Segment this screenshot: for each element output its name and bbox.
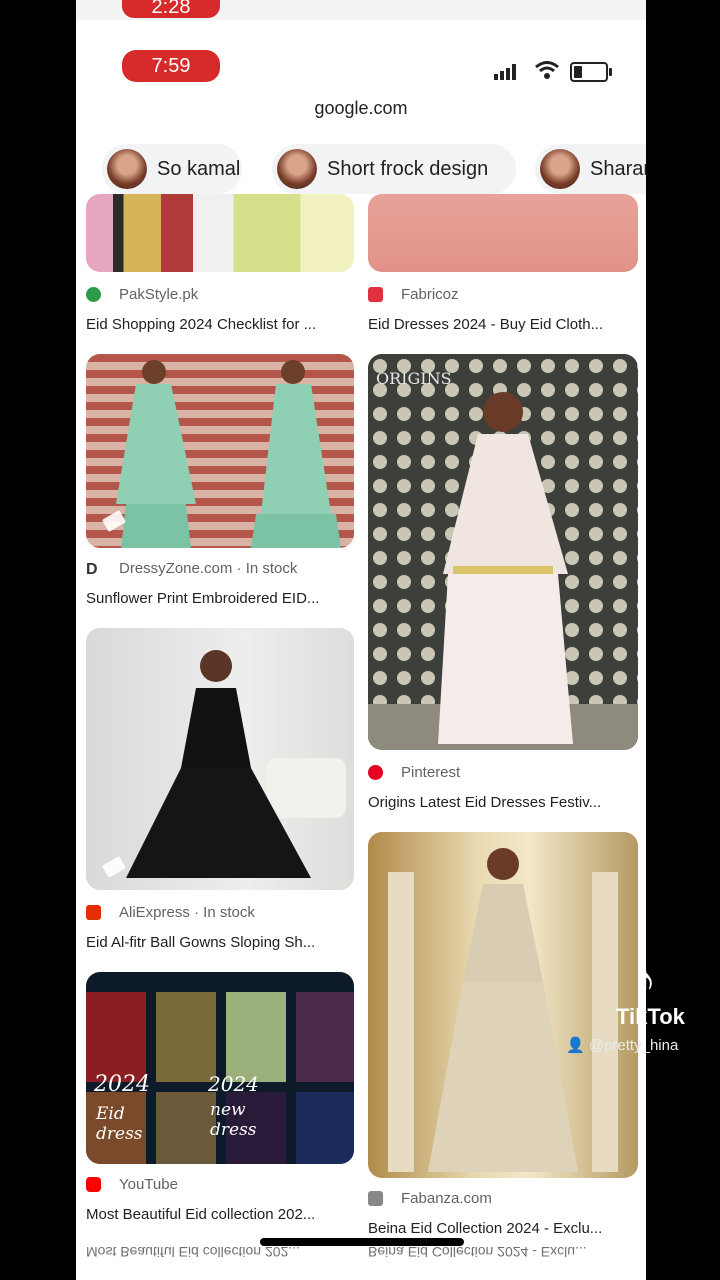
youtube-icon: [86, 1177, 101, 1192]
status-bar: 7:59: [76, 36, 646, 96]
gown-illustration: [126, 650, 346, 878]
result-title[interactable]: Eid Shopping 2024 Checklist for ...: [86, 316, 354, 333]
result-source: Fabanza.com: [368, 1190, 492, 1207]
chip-avatar: [277, 149, 317, 189]
dress-illustration: ORIGINS: [368, 354, 638, 750]
phone-screen: 2:28 7:59 google.com So kamal Short froc…: [76, 0, 646, 1280]
tiktok-username: 👤 @pretty_hina: [566, 1037, 679, 1054]
result-title[interactable]: Beina Eid Collection 2024 - Exclu...: [368, 1220, 638, 1237]
result-image[interactable]: ORIGINS: [368, 354, 638, 750]
chip-avatar: [107, 149, 147, 189]
fabanza-icon: [368, 1191, 383, 1206]
aliexpress-icon: [86, 905, 101, 920]
result-title[interactable]: Most Beautiful Eid collection 202...: [86, 1206, 354, 1223]
result-image[interactable]: [86, 354, 354, 548]
result-source: YouTube: [86, 1176, 178, 1193]
signal-icon: [494, 64, 516, 80]
result-title[interactable]: Sunflower Print Embroidered EID...: [86, 590, 354, 607]
user-icon: 👤: [566, 1037, 585, 1054]
thumbnail-year-2: 2024: [208, 1072, 259, 1096]
result-source: Fabricoz: [368, 286, 459, 303]
result-title[interactable]: Origins Latest Eid Dresses Festiv...: [368, 794, 638, 811]
dress-illustration: [116, 360, 341, 548]
dressyzone-icon: D: [86, 561, 98, 578]
time-pill: 7:59: [122, 50, 220, 82]
result-image[interactable]: 2024 Eid dress 2024 new dress: [86, 972, 354, 1164]
result-source: PakStyle.pk: [86, 286, 198, 303]
svg-text:ORIGINS: ORIGINS: [376, 369, 452, 388]
result-title[interactable]: Eid Al-fitr Ball Gowns Sloping Sh...: [86, 934, 354, 951]
chip-label: Sharar: [590, 157, 646, 180]
result-source: AliExpress · In stock: [86, 904, 255, 921]
result-image[interactable]: [86, 194, 354, 272]
chip-avatar: [540, 149, 580, 189]
related-chips: So kamal Short frock design Sharar: [76, 142, 646, 198]
chip-short-frock-design[interactable]: Short frock design: [272, 144, 516, 194]
tiktok-label: TikTok: [616, 1004, 685, 1029]
result-source: Pinterest: [368, 764, 460, 781]
result-image[interactable]: [368, 832, 638, 1178]
result-image[interactable]: [86, 628, 354, 890]
thumbnail-line1: Eid dress: [96, 1104, 143, 1144]
result-source: D DressyZone.com · In stock: [86, 560, 298, 578]
url-bar[interactable]: google.com: [76, 98, 646, 119]
dress-illustration: [388, 848, 618, 1172]
pakstyle-icon: [86, 287, 101, 302]
fabricoz-icon: [368, 287, 383, 302]
tiktok-logo-icon: ♪: [634, 956, 656, 1005]
battery-icon: [570, 62, 612, 82]
result-image[interactable]: [368, 194, 638, 272]
chip-label: Short frock design: [327, 157, 489, 180]
wifi-icon: [535, 61, 559, 79]
result-title[interactable]: Eid Dresses 2024 - Buy Eid Cloth...: [368, 316, 638, 333]
pinterest-icon: [368, 765, 383, 780]
thumbnail-line3: new dress: [210, 1100, 257, 1140]
thumbnail-year: 2024: [94, 1072, 150, 1097]
ghost-status-bar: 2:28: [76, 0, 646, 20]
chip-sharara[interactable]: Sharar: [535, 144, 646, 194]
chip-label: So kamal: [157, 157, 241, 180]
image-results-grid: PakStyle.pk Eid Shopping 2024 Checklist …: [76, 194, 646, 1280]
ghost-time-pill: 2:28: [122, 0, 220, 18]
chip-so-kamal[interactable]: So kamal: [102, 144, 242, 194]
